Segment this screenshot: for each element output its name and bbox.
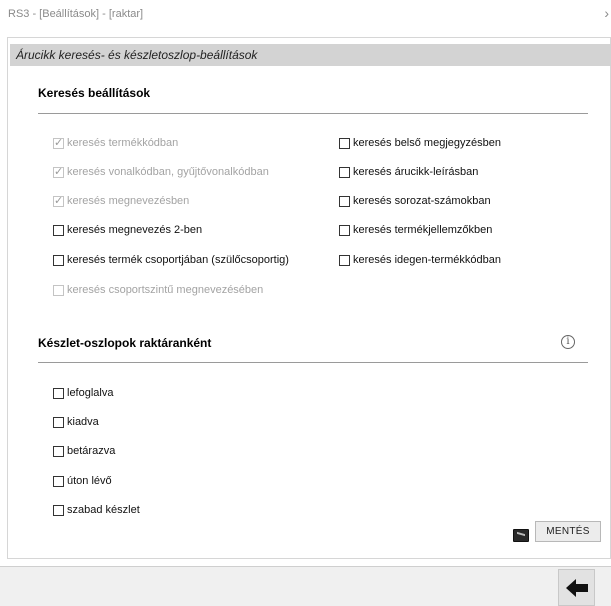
panel-header: Árucikk keresés- és készletoszlop-beállí… xyxy=(10,44,611,66)
option-search-foreign-product-code[interactable]: keresés idegen-termékkódban xyxy=(339,252,501,268)
option-search-serial-numbers[interactable]: keresés sorozat-számokban xyxy=(339,193,491,209)
option-label: betárazva xyxy=(67,445,116,457)
search-settings-divider xyxy=(38,113,588,114)
checkbox-in-transit[interactable] xyxy=(53,475,64,487)
option-label: keresés árucikk-leírásban xyxy=(353,166,479,178)
option-reserved[interactable]: lefoglalva xyxy=(53,385,113,401)
option-label: kiadva xyxy=(67,416,99,428)
stock-columns-divider xyxy=(38,362,588,363)
back-button[interactable] xyxy=(558,569,595,606)
option-search-group-name[interactable]: keresés csoportszintű megnevezésében xyxy=(53,282,263,298)
option-label: keresés megnevezésben xyxy=(67,195,190,207)
search-settings-title: Keresés beállítások xyxy=(38,86,151,100)
option-search-name-2[interactable]: keresés megnevezés 2-ben xyxy=(53,222,202,238)
checkbox-reserved[interactable] xyxy=(53,387,64,399)
checkbox-search-name-2[interactable] xyxy=(53,224,64,236)
save-button[interactable]: MENTÉS xyxy=(535,521,601,542)
scroll-right-icon[interactable]: › xyxy=(604,5,609,21)
option-search-name[interactable]: keresés megnevezésben xyxy=(53,193,189,209)
option-search-product-attributes[interactable]: keresés termékjellemzőkben xyxy=(339,222,492,238)
checkbox-search-item-description[interactable] xyxy=(339,166,350,178)
stock-columns-title: Készlet-oszlopok raktáranként xyxy=(38,336,212,350)
option-label: keresés sorozat-számokban xyxy=(353,195,491,207)
checkbox-search-serial-numbers[interactable] xyxy=(339,195,350,207)
checkbox-search-product-attributes[interactable] xyxy=(339,224,350,236)
checkbox-search-name[interactable] xyxy=(53,194,64,207)
option-label: keresés megnevezés 2-ben xyxy=(67,224,203,236)
option-free-stock[interactable]: szabad készlet xyxy=(53,502,140,518)
option-search-product-code[interactable]: keresés termékkódban xyxy=(53,135,178,151)
title-bar: RS3 - [Beállítások] - [raktar] › xyxy=(0,0,611,30)
checkbox-search-product-code[interactable] xyxy=(53,136,64,149)
option-label: szabad készlet xyxy=(67,504,140,516)
option-label: keresés idegen-termékkódban xyxy=(353,254,501,266)
checkbox-search-product-group[interactable] xyxy=(53,254,64,266)
option-label: keresés csoportszintű megnevezésében xyxy=(67,284,264,296)
option-label: keresés belső megjegyzésben xyxy=(353,137,501,149)
option-search-product-group[interactable]: keresés termék csoportjában (szülőcsopor… xyxy=(53,252,289,268)
checkbox-issued[interactable] xyxy=(53,416,64,428)
option-stored[interactable]: betárazva xyxy=(53,443,115,459)
window-title: RS3 - [Beállítások] - [raktar] xyxy=(8,8,144,20)
checkbox-search-foreign-product-code[interactable] xyxy=(339,254,350,266)
option-search-barcode[interactable]: keresés vonalkódban, gyűjtővonalkódban xyxy=(53,164,269,180)
checkbox-search-group-name[interactable] xyxy=(53,284,64,296)
monitor-icon[interactable] xyxy=(513,529,529,542)
footer-bar xyxy=(0,566,611,606)
option-label: lefoglalva xyxy=(67,387,114,399)
option-label: keresés termékkódban xyxy=(67,137,179,149)
arrow-left-icon xyxy=(565,578,588,597)
checkbox-search-internal-note[interactable] xyxy=(339,137,350,149)
option-in-transit[interactable]: úton lévő xyxy=(53,473,112,489)
option-label: úton lévő xyxy=(67,475,112,487)
option-issued[interactable]: kiadva xyxy=(53,414,99,430)
option-search-item-description[interactable]: keresés árucikk-leírásban xyxy=(339,164,478,180)
checkbox-stored[interactable] xyxy=(53,445,64,457)
panel-header-title: Árucikk keresés- és készletoszlop-beállí… xyxy=(16,48,258,62)
option-label: keresés termék csoportjában (szülőcsopor… xyxy=(67,254,289,266)
option-label: keresés termékjellemzőkben xyxy=(353,224,493,236)
option-label: keresés vonalkódban, gyűjtővonalkódban xyxy=(67,166,269,178)
checkbox-free-stock[interactable] xyxy=(53,504,64,516)
option-search-internal-note[interactable]: keresés belső megjegyzésben xyxy=(339,135,501,151)
info-icon[interactable]: i xyxy=(561,335,575,349)
checkbox-search-barcode[interactable] xyxy=(53,165,64,178)
